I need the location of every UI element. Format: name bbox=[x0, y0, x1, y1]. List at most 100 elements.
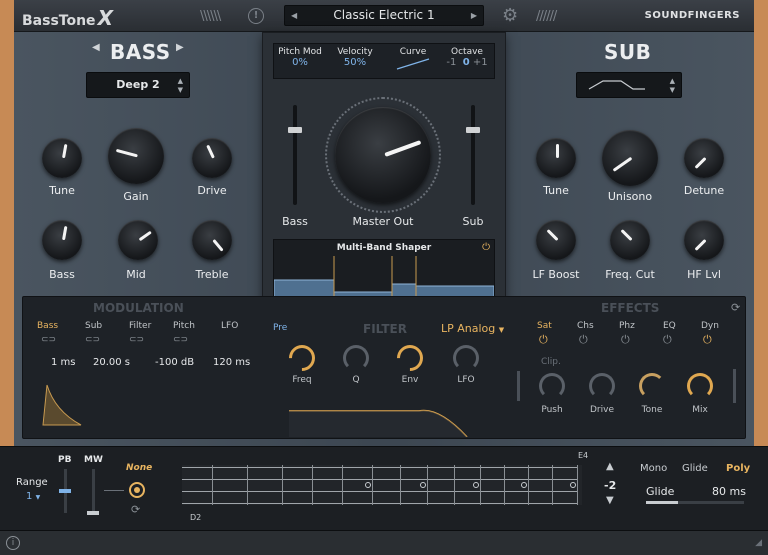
mod-tab-lfo[interactable]: LFO bbox=[221, 321, 238, 331]
filter-type-select[interactable]: LP Analog ▼ bbox=[441, 322, 504, 335]
pitch-bend-thumb[interactable] bbox=[59, 489, 71, 493]
bass-bass-knob[interactable] bbox=[42, 220, 82, 260]
fx-tone-knob[interactable] bbox=[639, 373, 665, 399]
prev-preset-icon[interactable]: ◀ bbox=[291, 6, 297, 25]
filter-env-knob[interactable] bbox=[391, 339, 429, 377]
sub-tune-label: Tune bbox=[543, 184, 569, 197]
octave-control[interactable]: Octave -1 0 +1 bbox=[440, 47, 494, 68]
waveform-icon bbox=[588, 80, 645, 90]
fretboard[interactable] bbox=[182, 465, 582, 505]
bass-fader-label: Bass bbox=[282, 215, 308, 228]
refresh-icon[interactable]: ⟳ bbox=[731, 301, 740, 314]
gear-icon[interactable]: ⚙ bbox=[502, 5, 518, 26]
mod-decay-value[interactable]: 20.00 s bbox=[93, 357, 130, 368]
mw-target-button[interactable] bbox=[129, 482, 145, 498]
sub-unisono-knob[interactable] bbox=[602, 130, 658, 186]
glide-label: Glide bbox=[646, 485, 675, 498]
bass-drive-knob[interactable] bbox=[192, 138, 232, 178]
curve-control[interactable]: Curve bbox=[390, 47, 436, 74]
power-icon[interactable]: ⏻ bbox=[621, 333, 630, 347]
stepper-icon[interactable]: ▲ ▼ bbox=[178, 73, 183, 95]
fx-tab-dyn[interactable]: Dyn bbox=[701, 321, 719, 331]
power-icon[interactable]: ⏻ bbox=[482, 242, 490, 253]
fx-tab-chs[interactable]: Chs bbox=[577, 321, 594, 331]
power-icon[interactable]: ⏻ bbox=[539, 333, 548, 347]
master-out-knob[interactable] bbox=[335, 107, 431, 203]
power-icon[interactable]: ⏻ bbox=[663, 333, 672, 347]
bass-treble-knob[interactable] bbox=[192, 220, 232, 260]
next-preset-icon[interactable]: ▶ bbox=[471, 6, 477, 25]
refresh-icon[interactable]: ⟳ bbox=[131, 503, 140, 516]
mod-wheel-thumb[interactable] bbox=[87, 511, 99, 515]
bass-fader-track[interactable] bbox=[293, 105, 297, 205]
bass-treble-label: Treble bbox=[195, 268, 229, 281]
sub-hf-lvl-knob[interactable] bbox=[684, 220, 724, 260]
mod-tab-pitch[interactable]: Pitch bbox=[173, 321, 195, 331]
bass-tune-label: Tune bbox=[49, 184, 75, 197]
power-icon[interactable]: ⏻ bbox=[703, 333, 712, 347]
resize-handle-icon[interactable]: ◢ bbox=[755, 538, 762, 548]
mod-sustain-value[interactable]: -100 dB bbox=[155, 357, 194, 368]
fret-marker bbox=[473, 482, 479, 488]
filter-q-knob[interactable] bbox=[343, 345, 369, 371]
range-select[interactable]: 1 ▼ bbox=[26, 491, 40, 502]
bass-next-icon[interactable]: ▶ bbox=[176, 42, 184, 53]
bass-fader-thumb[interactable] bbox=[288, 127, 302, 133]
fret-marker bbox=[365, 482, 371, 488]
bass-tune-knob[interactable] bbox=[42, 138, 82, 178]
sub-fader-thumb[interactable] bbox=[466, 127, 480, 133]
link-icon[interactable]: ⊂⊃ bbox=[41, 335, 56, 345]
sub-freq-cut-knob[interactable] bbox=[610, 220, 650, 260]
sub-lf-boost-knob[interactable] bbox=[536, 220, 576, 260]
bass-gain-knob[interactable] bbox=[108, 128, 164, 184]
glide-slider[interactable] bbox=[646, 501, 744, 504]
bass-prev-icon[interactable]: ◀ bbox=[92, 42, 100, 53]
power-icon[interactable]: ⏻ bbox=[579, 333, 588, 347]
mod-attack-value[interactable]: 1 ms bbox=[51, 357, 76, 368]
mw-target[interactable]: None bbox=[126, 463, 152, 473]
fret-marker bbox=[521, 482, 527, 488]
mod-release-value[interactable]: 120 ms bbox=[213, 357, 250, 368]
center-panel: Pitch Mod 0% Velocity 50% Curve Octave -1 0… bbox=[262, 32, 506, 316]
sub-waveform-select[interactable]: ▲ ▼ bbox=[576, 72, 682, 98]
filter-lfo-knob[interactable] bbox=[453, 345, 479, 371]
mod-tab-bass[interactable]: Bass bbox=[37, 321, 58, 331]
pitch-mod-control[interactable]: Pitch Mod 0% bbox=[276, 47, 324, 68]
app-logo: BassTone X bbox=[22, 6, 113, 30]
filter-pre-toggle[interactable]: Pre bbox=[273, 323, 287, 333]
mod-wheel[interactable] bbox=[92, 469, 95, 513]
fx-tab-eq[interactable]: EQ bbox=[663, 321, 676, 331]
sub-detune-knob[interactable] bbox=[684, 138, 724, 178]
sub-fader-track[interactable] bbox=[471, 105, 475, 205]
link-icon[interactable]: ⊂⊃ bbox=[85, 335, 100, 345]
fx-tab-phz[interactable]: Phz bbox=[619, 321, 635, 331]
sub-tune-knob[interactable] bbox=[536, 138, 576, 178]
info-icon[interactable]: i bbox=[6, 536, 20, 550]
filter-q-label: Q bbox=[352, 375, 360, 385]
fx-push-knob[interactable] bbox=[539, 373, 565, 399]
preset-selector[interactable]: ◀ Classic Electric 1 ▶ bbox=[284, 5, 484, 26]
bass-mid-knob[interactable] bbox=[118, 220, 158, 260]
mod-tab-filter[interactable]: Filter bbox=[129, 321, 151, 331]
link-icon[interactable]: ⊂⊃ bbox=[173, 335, 188, 345]
mode-poly[interactable]: Poly bbox=[726, 463, 750, 474]
transpose-down-icon[interactable]: ▼ bbox=[606, 495, 614, 506]
mod-tab-sub[interactable]: Sub bbox=[85, 321, 102, 331]
mode-mono[interactable]: Mono bbox=[640, 463, 667, 474]
fret-marker bbox=[570, 482, 576, 488]
fx-drive-knob[interactable] bbox=[589, 373, 615, 399]
velocity-control[interactable]: Velocity 50% bbox=[330, 47, 380, 68]
transpose-up-icon[interactable]: ▲ bbox=[606, 461, 614, 472]
fx-tone-label: Tone bbox=[641, 405, 663, 415]
fx-input-meter bbox=[517, 371, 520, 401]
fx-push-label: Push bbox=[541, 405, 563, 415]
fx-tab-sat[interactable]: Sat bbox=[537, 321, 552, 331]
stepper-icon[interactable]: ▲ ▼ bbox=[670, 73, 675, 95]
filter-freq-knob[interactable] bbox=[283, 339, 321, 377]
info-icon[interactable]: ! bbox=[248, 8, 264, 24]
fx-mix-knob[interactable] bbox=[687, 373, 713, 399]
bass-preset-select[interactable]: Deep 2 ▲ ▼ bbox=[86, 72, 190, 98]
mode-glide[interactable]: Glide bbox=[682, 463, 708, 474]
link-icon[interactable]: ⊂⊃ bbox=[129, 335, 144, 345]
bass-drive-label: Drive bbox=[197, 184, 227, 197]
